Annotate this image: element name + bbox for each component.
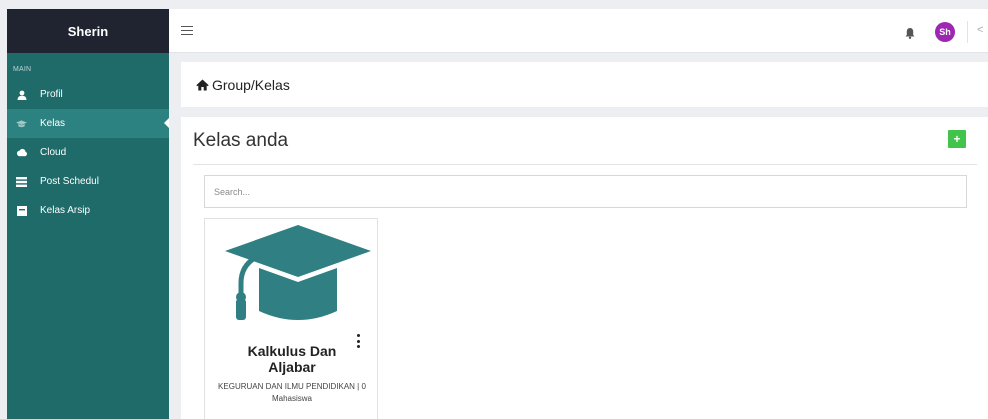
card-title[interactable]: Kalkulus Dan Aljabar bbox=[205, 343, 379, 375]
graduation-cap-icon bbox=[225, 225, 371, 320]
sidebar-item-profil[interactable]: Profil bbox=[7, 80, 169, 109]
graduation-cap-icon bbox=[16, 118, 27, 129]
bell-icon[interactable] bbox=[905, 26, 915, 39]
sidebar-section-label: MAIN bbox=[13, 66, 32, 73]
sidebar-item-label: Profil bbox=[40, 89, 63, 100]
divider bbox=[193, 164, 977, 165]
breadcrumb: Group/Kelas bbox=[181, 62, 988, 107]
sidebar-item-label: Post Schedul bbox=[40, 176, 99, 187]
topbar: Sh < bbox=[169, 9, 988, 53]
home-icon bbox=[196, 79, 209, 91]
sidebar-item-label: Cloud bbox=[40, 147, 67, 158]
list-icon bbox=[16, 176, 27, 187]
sidebar-item-kelas-arsip[interactable]: Kelas Arsip bbox=[7, 196, 169, 225]
sidebar-item-post-schedul[interactable]: Post Schedul bbox=[7, 167, 169, 196]
archive-icon bbox=[16, 205, 27, 216]
sidebar-item-label: Kelas Arsip bbox=[40, 205, 91, 216]
cloud-icon bbox=[16, 147, 27, 158]
hamburger-menu-icon[interactable] bbox=[181, 26, 193, 36]
search-input[interactable] bbox=[204, 175, 967, 208]
sidebar-item-kelas[interactable]: Kelas bbox=[7, 109, 169, 138]
sidebar-item-cloud[interactable]: Cloud bbox=[7, 138, 169, 167]
brand-name[interactable]: Sherin bbox=[7, 9, 169, 53]
class-card[interactable]: Kalkulus Dan Aljabar KEGURUAN DAN ILMU P… bbox=[204, 218, 378, 419]
user-icon bbox=[16, 89, 27, 100]
breadcrumb-text: Group/Kelas bbox=[212, 76, 290, 93]
avatar[interactable]: Sh bbox=[935, 22, 955, 42]
card-subtitle: KEGURUAN DAN ILMU PENDIDIKAN | 0 Mahasis… bbox=[218, 382, 366, 403]
sidebar-item-label: Kelas bbox=[40, 118, 66, 129]
topbar-divider bbox=[967, 21, 968, 43]
main-content: Kelas anda + Kalkulus Dan Aljabar KEGURU… bbox=[181, 117, 988, 419]
sidebar: Sherin MAIN Profil Kelas Cloud Post Sche… bbox=[7, 9, 169, 419]
add-class-button[interactable]: + bbox=[948, 130, 966, 148]
chevron-left-icon[interactable]: < bbox=[977, 24, 983, 36]
page-title: Kelas anda bbox=[193, 130, 289, 151]
